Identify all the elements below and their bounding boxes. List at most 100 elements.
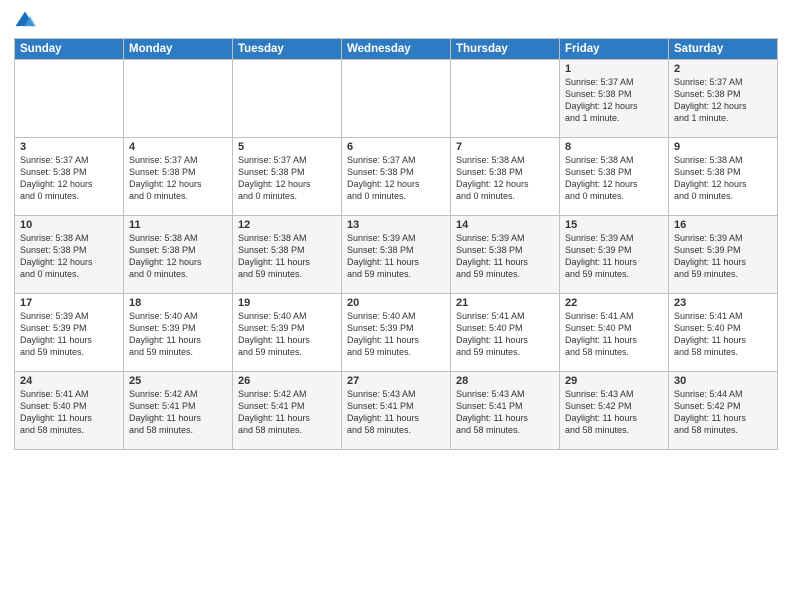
day-info: Sunrise: 5:39 AM Sunset: 5:38 PM Dayligh… [456,232,554,281]
calendar-cell: 29Sunrise: 5:43 AM Sunset: 5:42 PM Dayli… [560,372,669,450]
day-number: 6 [347,141,445,153]
day-info: Sunrise: 5:39 AM Sunset: 5:39 PM Dayligh… [565,232,663,281]
calendar-cell: 7Sunrise: 5:38 AM Sunset: 5:38 PM Daylig… [451,138,560,216]
day-info: Sunrise: 5:38 AM Sunset: 5:38 PM Dayligh… [565,154,663,203]
week-row-4: 17Sunrise: 5:39 AM Sunset: 5:39 PM Dayli… [15,294,778,372]
day-info: Sunrise: 5:39 AM Sunset: 5:39 PM Dayligh… [20,310,118,359]
day-info: Sunrise: 5:38 AM Sunset: 5:38 PM Dayligh… [238,232,336,281]
weekday-header-tuesday: Tuesday [233,39,342,60]
day-number: 18 [129,297,227,309]
logo [14,10,40,32]
day-number: 17 [20,297,118,309]
day-info: Sunrise: 5:38 AM Sunset: 5:38 PM Dayligh… [20,232,118,281]
day-info: Sunrise: 5:43 AM Sunset: 5:42 PM Dayligh… [565,388,663,437]
day-number: 8 [565,141,663,153]
weekday-header-row: SundayMondayTuesdayWednesdayThursdayFrid… [15,39,778,60]
weekday-header-friday: Friday [560,39,669,60]
day-number: 22 [565,297,663,309]
calendar-cell [342,60,451,138]
day-number: 13 [347,219,445,231]
day-number: 21 [456,297,554,309]
calendar-cell: 13Sunrise: 5:39 AM Sunset: 5:38 PM Dayli… [342,216,451,294]
day-number: 1 [565,63,663,75]
calendar-cell: 11Sunrise: 5:38 AM Sunset: 5:38 PM Dayli… [124,216,233,294]
calendar-cell [124,60,233,138]
day-number: 4 [129,141,227,153]
calendar-cell: 16Sunrise: 5:39 AM Sunset: 5:39 PM Dayli… [669,216,778,294]
day-number: 30 [674,375,772,387]
day-number: 10 [20,219,118,231]
calendar-cell: 3Sunrise: 5:37 AM Sunset: 5:38 PM Daylig… [15,138,124,216]
week-row-3: 10Sunrise: 5:38 AM Sunset: 5:38 PM Dayli… [15,216,778,294]
calendar-cell: 15Sunrise: 5:39 AM Sunset: 5:39 PM Dayli… [560,216,669,294]
calendar-cell: 18Sunrise: 5:40 AM Sunset: 5:39 PM Dayli… [124,294,233,372]
calendar: SundayMondayTuesdayWednesdayThursdayFrid… [14,38,778,450]
weekday-header-monday: Monday [124,39,233,60]
day-number: 2 [674,63,772,75]
day-number: 25 [129,375,227,387]
day-info: Sunrise: 5:37 AM Sunset: 5:38 PM Dayligh… [129,154,227,203]
day-number: 20 [347,297,445,309]
calendar-cell: 22Sunrise: 5:41 AM Sunset: 5:40 PM Dayli… [560,294,669,372]
calendar-cell: 8Sunrise: 5:38 AM Sunset: 5:38 PM Daylig… [560,138,669,216]
week-row-2: 3Sunrise: 5:37 AM Sunset: 5:38 PM Daylig… [15,138,778,216]
calendar-cell: 20Sunrise: 5:40 AM Sunset: 5:39 PM Dayli… [342,294,451,372]
calendar-cell: 19Sunrise: 5:40 AM Sunset: 5:39 PM Dayli… [233,294,342,372]
day-info: Sunrise: 5:37 AM Sunset: 5:38 PM Dayligh… [238,154,336,203]
day-info: Sunrise: 5:43 AM Sunset: 5:41 PM Dayligh… [456,388,554,437]
day-info: Sunrise: 5:42 AM Sunset: 5:41 PM Dayligh… [129,388,227,437]
calendar-cell: 26Sunrise: 5:42 AM Sunset: 5:41 PM Dayli… [233,372,342,450]
day-info: Sunrise: 5:38 AM Sunset: 5:38 PM Dayligh… [129,232,227,281]
day-number: 16 [674,219,772,231]
calendar-cell: 9Sunrise: 5:38 AM Sunset: 5:38 PM Daylig… [669,138,778,216]
calendar-cell: 23Sunrise: 5:41 AM Sunset: 5:40 PM Dayli… [669,294,778,372]
week-row-5: 24Sunrise: 5:41 AM Sunset: 5:40 PM Dayli… [15,372,778,450]
day-info: Sunrise: 5:40 AM Sunset: 5:39 PM Dayligh… [347,310,445,359]
calendar-cell: 25Sunrise: 5:42 AM Sunset: 5:41 PM Dayli… [124,372,233,450]
day-info: Sunrise: 5:39 AM Sunset: 5:39 PM Dayligh… [674,232,772,281]
calendar-cell: 6Sunrise: 5:37 AM Sunset: 5:38 PM Daylig… [342,138,451,216]
day-number: 5 [238,141,336,153]
day-number: 19 [238,297,336,309]
calendar-cell: 5Sunrise: 5:37 AM Sunset: 5:38 PM Daylig… [233,138,342,216]
calendar-cell: 10Sunrise: 5:38 AM Sunset: 5:38 PM Dayli… [15,216,124,294]
calendar-cell: 27Sunrise: 5:43 AM Sunset: 5:41 PM Dayli… [342,372,451,450]
weekday-header-saturday: Saturday [669,39,778,60]
logo-icon [14,10,36,32]
day-number: 28 [456,375,554,387]
day-info: Sunrise: 5:38 AM Sunset: 5:38 PM Dayligh… [674,154,772,203]
weekday-header-wednesday: Wednesday [342,39,451,60]
calendar-cell: 24Sunrise: 5:41 AM Sunset: 5:40 PM Dayli… [15,372,124,450]
day-info: Sunrise: 5:42 AM Sunset: 5:41 PM Dayligh… [238,388,336,437]
page: SundayMondayTuesdayWednesdayThursdayFrid… [0,0,792,460]
day-number: 14 [456,219,554,231]
day-info: Sunrise: 5:41 AM Sunset: 5:40 PM Dayligh… [20,388,118,437]
day-number: 7 [456,141,554,153]
day-info: Sunrise: 5:37 AM Sunset: 5:38 PM Dayligh… [347,154,445,203]
header [14,10,778,32]
day-number: 27 [347,375,445,387]
calendar-cell: 12Sunrise: 5:38 AM Sunset: 5:38 PM Dayli… [233,216,342,294]
calendar-cell: 30Sunrise: 5:44 AM Sunset: 5:42 PM Dayli… [669,372,778,450]
day-info: Sunrise: 5:41 AM Sunset: 5:40 PM Dayligh… [674,310,772,359]
calendar-cell: 4Sunrise: 5:37 AM Sunset: 5:38 PM Daylig… [124,138,233,216]
day-info: Sunrise: 5:40 AM Sunset: 5:39 PM Dayligh… [238,310,336,359]
calendar-cell [15,60,124,138]
calendar-cell: 1Sunrise: 5:37 AM Sunset: 5:38 PM Daylig… [560,60,669,138]
weekday-header-sunday: Sunday [15,39,124,60]
day-number: 26 [238,375,336,387]
calendar-cell: 28Sunrise: 5:43 AM Sunset: 5:41 PM Dayli… [451,372,560,450]
day-number: 15 [565,219,663,231]
calendar-cell: 2Sunrise: 5:37 AM Sunset: 5:38 PM Daylig… [669,60,778,138]
day-info: Sunrise: 5:37 AM Sunset: 5:38 PM Dayligh… [20,154,118,203]
weekday-header-thursday: Thursday [451,39,560,60]
calendar-cell: 17Sunrise: 5:39 AM Sunset: 5:39 PM Dayli… [15,294,124,372]
day-number: 24 [20,375,118,387]
day-info: Sunrise: 5:38 AM Sunset: 5:38 PM Dayligh… [456,154,554,203]
day-number: 23 [674,297,772,309]
week-row-1: 1Sunrise: 5:37 AM Sunset: 5:38 PM Daylig… [15,60,778,138]
day-info: Sunrise: 5:41 AM Sunset: 5:40 PM Dayligh… [456,310,554,359]
day-info: Sunrise: 5:40 AM Sunset: 5:39 PM Dayligh… [129,310,227,359]
day-number: 12 [238,219,336,231]
day-info: Sunrise: 5:44 AM Sunset: 5:42 PM Dayligh… [674,388,772,437]
